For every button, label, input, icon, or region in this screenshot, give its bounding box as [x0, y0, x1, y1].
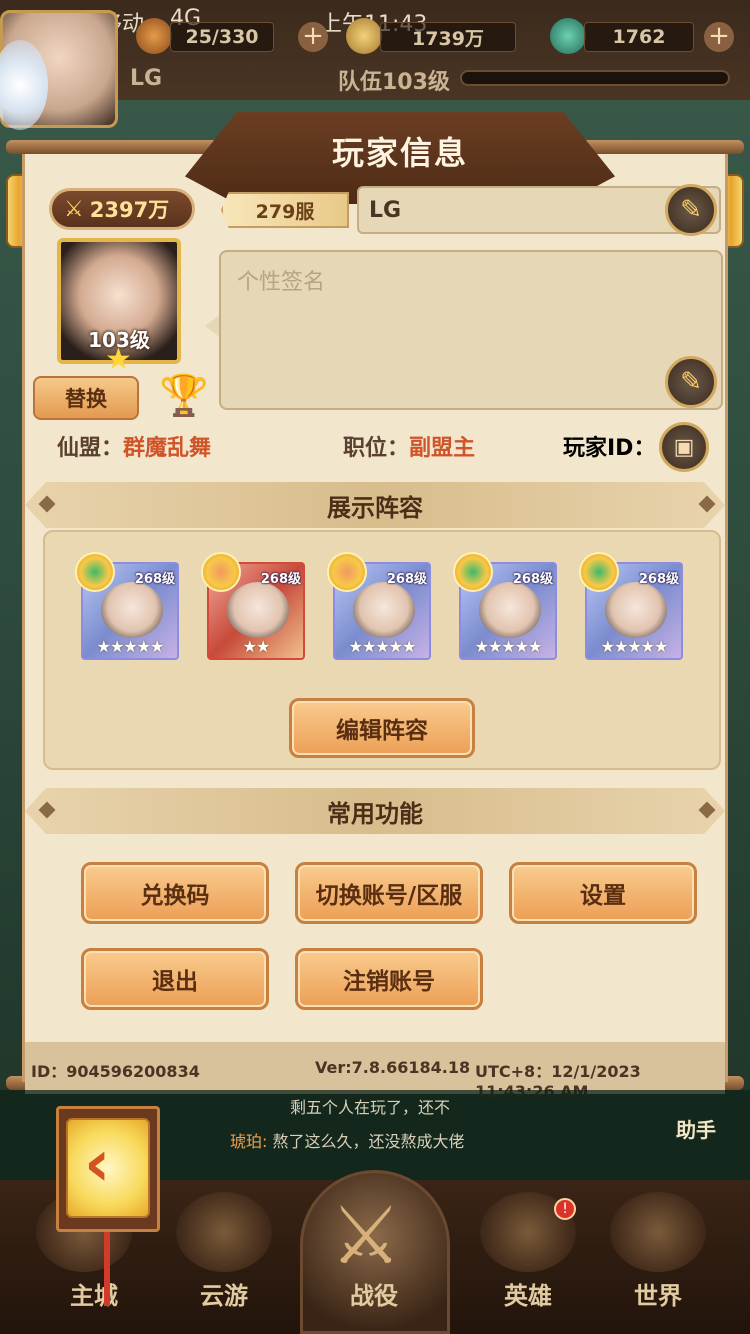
hero-level: 268级: [638, 572, 679, 587]
hero-portrait: [353, 582, 415, 638]
logout-button[interactable]: 退出: [81, 948, 269, 1010]
coin-icon: [346, 18, 382, 54]
hero-stars: ★★: [242, 637, 271, 656]
chat-sender: 琥珀:: [230, 1132, 268, 1151]
chat-message-2: 琥珀: 熬了这么久，还没熬成大佬: [230, 1128, 465, 1152]
hero-portrait: [101, 582, 163, 638]
power-value: 2397万: [89, 198, 170, 222]
hero-stars: ★★★★★: [96, 637, 165, 656]
element-badge-icon: [579, 552, 619, 592]
hero-portrait: [227, 582, 289, 638]
lineup-section-header: 展示阵容: [25, 482, 725, 528]
signature-placeholder: 个性签名: [237, 270, 326, 295]
panel-title: 玩家信息: [331, 134, 468, 172]
lineup-box: 268级 ★★★★★ 268级 ★★ 268级 ★★★★★ 268级 ★★★★★: [43, 530, 721, 770]
settings-button[interactable]: 设置: [509, 862, 697, 924]
helper-button[interactable]: 助手: [676, 1114, 716, 1143]
lineup-section-title: 展示阵容: [327, 493, 423, 522]
add-gems-button[interactable]: +: [704, 22, 734, 52]
star-icon: ★: [105, 342, 132, 377]
crossed-swords-icon: ⚔: [64, 196, 84, 222]
trophy-icon[interactable]: 🏆: [159, 372, 209, 419]
switch-account-button[interactable]: 切换账号/区服: [295, 862, 483, 924]
world-mountain-icon: [610, 1192, 706, 1272]
footer-version: Ver:7.8.66184.18: [315, 1058, 471, 1077]
gold-value: 1739万: [380, 22, 516, 52]
id-card-icon: ▣: [673, 434, 695, 460]
redeem-code-button[interactable]: 兑换码: [81, 862, 269, 924]
nav-campaign[interactable]: 战役: [350, 1276, 398, 1311]
edit-signature-button[interactable]: ✎: [665, 356, 717, 408]
nav-travel[interactable]: 云游: [200, 1276, 248, 1311]
hero-card-4[interactable]: 268级 ★★★★★: [453, 552, 557, 660]
hero-card-1[interactable]: 268级 ★★★★★: [75, 552, 179, 660]
alliance-row: 仙盟：群魔乱舞: [57, 430, 211, 462]
add-stamina-button[interactable]: +: [298, 22, 328, 52]
hero-stars: ★★★★★: [600, 637, 669, 656]
swap-portrait-button[interactable]: 替换: [33, 376, 139, 420]
edit-name-button[interactable]: ✎: [665, 184, 717, 236]
player-info-panel: 玩家信息 ⚔ 2397万 279服 LG ✎ 103级 ★ 个性签名 ✎ 替换 …: [6, 112, 744, 1101]
hero-level: 268级: [512, 572, 553, 587]
nav-world[interactable]: 世界: [634, 1276, 682, 1311]
top-player-name: LG: [130, 66, 163, 91]
footer-id: ID：904596200834: [31, 1062, 200, 1081]
brush-icon: ✎: [680, 367, 702, 397]
position-value: 副盟主: [409, 436, 476, 461]
nav-heroes[interactable]: 英雄: [504, 1276, 552, 1311]
panel-paper: 玩家信息 ⚔ 2397万 279服 LG ✎ 103级 ★ 个性签名 ✎ 替换 …: [22, 112, 728, 1101]
hero-card-5[interactable]: 268级 ★★★★★: [579, 552, 683, 660]
nav-main-city[interactable]: 主城: [70, 1276, 118, 1311]
element-badge-icon: [327, 552, 367, 592]
server-tag: 279服: [221, 192, 349, 228]
copy-id-button[interactable]: ▣: [659, 422, 709, 472]
hero-alert-badge: !: [554, 1198, 576, 1220]
position-label: 职位：: [343, 436, 410, 461]
chat-message-1: 剩五个人在玩了，还不: [290, 1098, 451, 1117]
stamina-value: 25/330: [170, 22, 274, 52]
brush-icon: ✎: [680, 195, 702, 225]
chat-text: 熬了这么久，还没熬成大佬: [272, 1132, 465, 1151]
hero-stars: ★★★★★: [348, 637, 417, 656]
team-level: 队伍103级: [338, 70, 450, 95]
element-badge-icon: [453, 552, 493, 592]
hero-card-3[interactable]: 268级 ★★★★★: [327, 552, 431, 660]
functions-section-title: 常用功能: [327, 799, 423, 828]
hero-portrait: [479, 582, 541, 638]
delete-account-button[interactable]: 注销账号: [295, 948, 483, 1010]
hero-portrait: [605, 582, 667, 638]
team-exp-bar: [460, 70, 730, 86]
alliance-value: 群魔乱舞: [123, 436, 212, 461]
edit-lineup-button[interactable]: 编辑阵容: [289, 698, 475, 758]
stamina-icon: [136, 18, 172, 54]
back-arrow-icon: ‹: [84, 1127, 111, 1201]
element-badge-icon: [75, 552, 115, 592]
hero-level: 268级: [260, 572, 301, 587]
alliance-label: 仙盟：: [57, 436, 124, 461]
travel-icon: [176, 1192, 272, 1272]
player-id-label: 玩家ID：: [563, 436, 656, 461]
hero-card-2[interactable]: 268级 ★★: [201, 552, 305, 660]
hero-level: 268级: [134, 572, 175, 587]
gem-value: 1762: [584, 22, 694, 52]
hero-level: 268级: [386, 572, 427, 587]
lantern-pole: [104, 1232, 110, 1306]
position-row: 职位：副盟主: [343, 430, 475, 462]
power-badge: ⚔ 2397万: [49, 188, 195, 230]
functions-section-header: 常用功能: [25, 788, 725, 834]
element-badge-icon: [201, 552, 241, 592]
gem-icon: [550, 18, 586, 54]
crossed-swords-icon: ⚔: [330, 1189, 402, 1282]
version-footer: ID：904596200834 Ver:7.8.66184.18 UTC+8：1…: [25, 1042, 725, 1101]
hero-stars: ★★★★★: [474, 637, 543, 656]
